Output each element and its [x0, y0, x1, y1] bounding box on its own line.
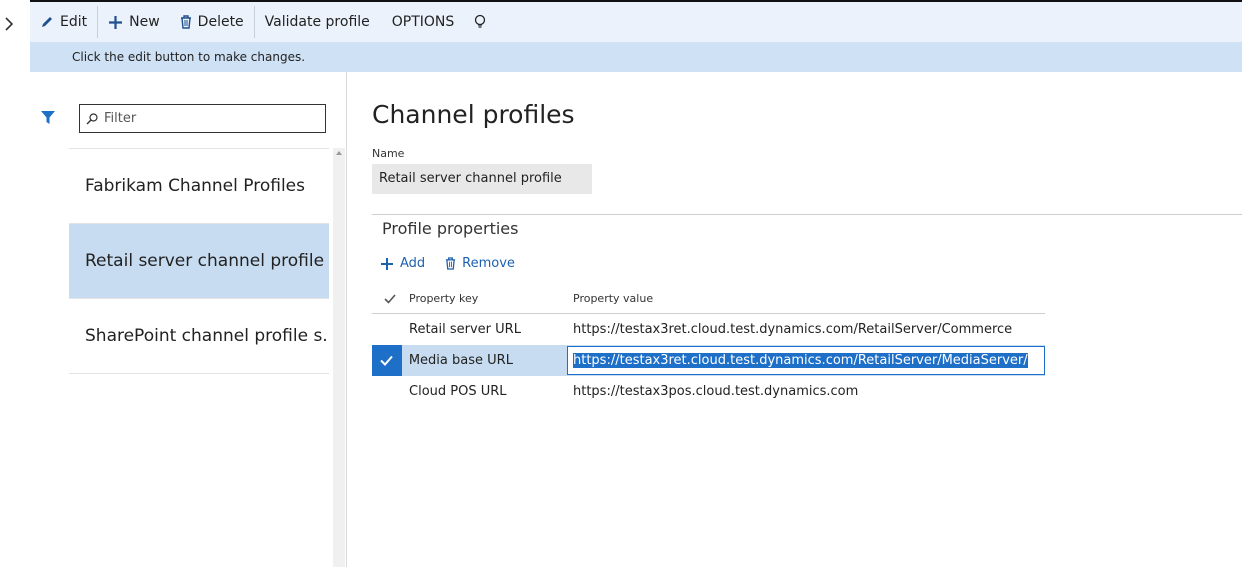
add-label: Add [400, 256, 426, 271]
pencil-icon [42, 17, 52, 27]
name-field[interactable]: Retail server channel profile [372, 164, 592, 194]
filter-input[interactable] [104, 108, 319, 129]
grid-header: Property key Property value [372, 284, 1045, 314]
table-row-selected[interactable]: Media base URL https://testax3ret.cloud.… [372, 345, 1045, 376]
list-item-label: SharePoint channel profile s... [85, 326, 329, 346]
plus-icon [381, 257, 393, 270]
row-select[interactable] [372, 314, 408, 345]
scroll-up-arrow-icon[interactable] [336, 151, 342, 155]
selected-text[interactable]: https://testax3ret.cloud.test.dynamics.c… [573, 353, 1028, 368]
section-divider [372, 214, 1242, 215]
column-header-key[interactable]: Property key [408, 292, 572, 305]
list-divider [69, 373, 329, 374]
row-select[interactable] [372, 345, 402, 376]
list-item-label: Retail server channel profile [85, 251, 325, 271]
validate-profile-label: Validate profile [264, 14, 370, 30]
list-item-selected[interactable]: Retail server channel profile [69, 223, 329, 298]
message-text: Click the edit button to make changes. [72, 50, 306, 64]
lightbulb-icon [475, 14, 486, 28]
trash-icon [180, 15, 191, 29]
nav-collapse-pane[interactable] [0, 0, 30, 567]
list-item-label: Fabrikam Channel Profiles [85, 176, 305, 196]
properties-grid: Property key Property value Retail serve… [372, 284, 1045, 407]
remove-label: Remove [462, 256, 515, 271]
edit-button[interactable]: Edit [30, 2, 97, 42]
chevron-right-icon[interactable] [4, 16, 14, 32]
cell-value[interactable]: https://testax3pos.cloud.test.dynamics.c… [572, 384, 1045, 399]
remove-button[interactable]: Remove [445, 256, 515, 271]
plus-icon [109, 15, 123, 29]
row-select[interactable] [372, 376, 408, 407]
checkmark-icon [380, 355, 394, 366]
cell-value-editor[interactable]: https://testax3ret.cloud.test.dynamics.c… [567, 346, 1045, 375]
cell-key[interactable]: Retail server URL [408, 322, 572, 337]
grid-actions: Add Remove [380, 256, 535, 271]
validate-profile-button[interactable]: Validate profile [255, 2, 380, 42]
name-field-label: Name [372, 147, 405, 160]
cell-key[interactable]: Media base URL [408, 353, 571, 368]
message-bar: Click the edit button to make changes. [30, 42, 1242, 72]
pane-divider [346, 72, 347, 567]
delete-button[interactable]: Delete [170, 2, 254, 42]
table-row[interactable]: Cloud POS URL https://testax3pos.cloud.t… [372, 376, 1045, 407]
list-item[interactable]: SharePoint channel profile s... [69, 298, 329, 373]
action-pane: Edit New Delete Validate profile OPTIONS [30, 2, 1242, 42]
options-button[interactable]: OPTIONS [382, 2, 465, 42]
lightbulb-button[interactable] [464, 2, 502, 42]
profile-list: Fabrikam Channel Profiles Retail server … [69, 148, 329, 374]
list-scrollbar[interactable] [333, 148, 345, 567]
list-item[interactable]: Fabrikam Channel Profiles [69, 148, 329, 223]
new-label: New [129, 14, 160, 30]
page-title: Channel profiles [372, 100, 575, 129]
delete-label: Delete [197, 14, 244, 30]
new-button[interactable]: New [98, 2, 170, 42]
add-button[interactable]: Add [380, 256, 425, 271]
checkmark-icon [384, 293, 396, 304]
column-header-value[interactable]: Property value [572, 292, 1045, 305]
table-row[interactable]: Retail server URL https://testax3ret.clo… [372, 314, 1045, 345]
funnel-icon[interactable] [41, 111, 55, 125]
filter-field[interactable] [79, 104, 326, 133]
trash-icon [446, 257, 456, 270]
options-label: OPTIONS [391, 14, 455, 30]
cell-value[interactable]: https://testax3ret.cloud.test.dynamics.c… [572, 322, 1045, 337]
section-title[interactable]: Profile properties [382, 219, 518, 238]
cell-key[interactable]: Cloud POS URL [408, 384, 572, 399]
value-input[interactable]: https://testax3ret.cloud.test.dynamics.c… [567, 346, 1045, 375]
select-all-check[interactable] [372, 283, 408, 314]
search-icon [86, 113, 98, 125]
edit-label: Edit [60, 14, 88, 30]
